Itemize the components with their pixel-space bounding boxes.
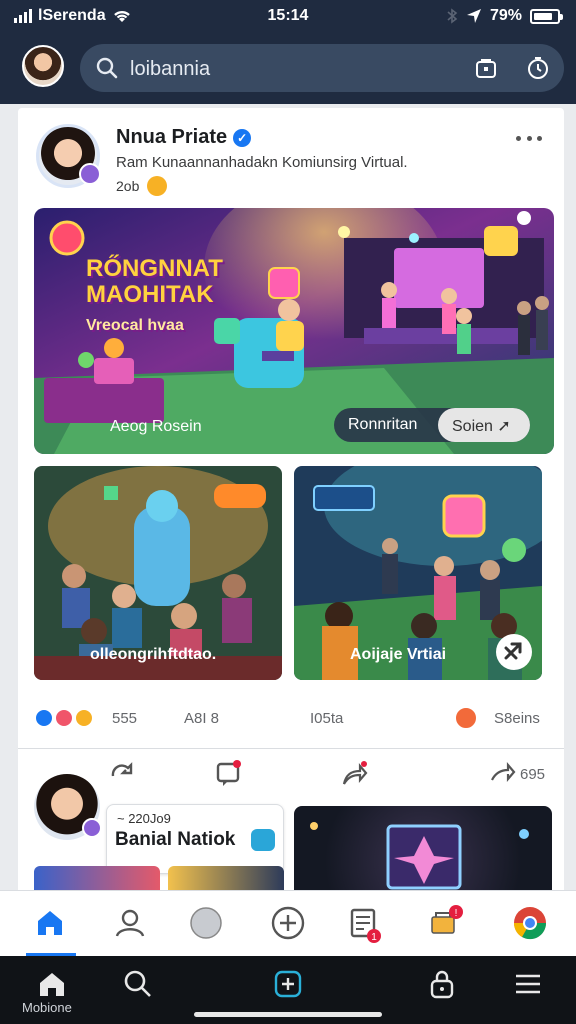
comment-count: I05ta — [310, 710, 344, 727]
love-reaction-icon — [54, 708, 74, 728]
forward-icon[interactable] — [340, 760, 368, 788]
lock-icon[interactable] — [426, 968, 458, 1000]
status-bar: lSerenda 15:14 79% — [0, 0, 576, 34]
send-icon[interactable] — [488, 760, 516, 788]
second-post-date: ~ 220Jo9 — [117, 811, 171, 826]
repost-icon[interactable] — [108, 760, 136, 788]
app-navigation: 1 ! — [0, 890, 576, 956]
reaction-count: 555 — [112, 710, 138, 727]
reactions-row[interactable]: 555 A8I 8 I05ta S8eins — [18, 704, 564, 734]
thumb-caption-2: Aoijaje Vrtiai — [350, 646, 447, 663]
chrome-icon[interactable] — [510, 903, 550, 943]
home-icon[interactable] — [30, 903, 70, 943]
hero-subtitle: Vreocal hvaa — [86, 316, 184, 334]
svg-text:1: 1 — [371, 932, 377, 943]
reaction-count-mid: A8I 8 — [184, 710, 220, 727]
second-post-header[interactable]: ~ 220Jo9 Banial Natiok — [106, 804, 284, 874]
svg-text:!: ! — [455, 908, 458, 919]
news-icon[interactable]: 1 — [344, 903, 384, 943]
share-count-label: S8eins — [494, 710, 540, 727]
like-reaction-icon — [34, 708, 54, 728]
add-icon[interactable] — [272, 968, 304, 1000]
smile-emoji-icon — [147, 176, 168, 196]
share-icon — [504, 642, 522, 660]
share-arrow-icon: ➚ — [497, 418, 511, 435]
second-post-name: Banial Natiok — [115, 829, 236, 850]
post-author-name[interactable]: Nnua Priate — [116, 126, 227, 149]
hero-title-line2: MAOHITAK — [86, 281, 214, 309]
profile-icon[interactable] — [110, 903, 150, 943]
hero-action-pill[interactable]: Ronnritan Soien ➚ — [334, 408, 530, 442]
plus-icon[interactable] — [268, 903, 308, 943]
search-icon — [96, 57, 118, 79]
divider — [18, 748, 564, 749]
verified-icon: ✓ — [233, 128, 252, 147]
home-label: Mobione — [22, 1000, 72, 1015]
hero-title-line1: RŐNGNNAT — [86, 255, 223, 282]
post-description: Ram Kunaannanhadakn Komiunsirg Virtual. — [116, 154, 408, 171]
share-count: 695 — [520, 766, 546, 783]
bag-icon[interactable] — [474, 56, 498, 80]
menu-icon[interactable] — [512, 968, 544, 1000]
search-bar[interactable]: loibannia — [80, 44, 564, 92]
post-author-avatar[interactable] — [36, 124, 101, 188]
cart-icon[interactable]: ! — [424, 903, 464, 943]
thumb-caption-1: olleongrihftdtao. — [90, 646, 217, 663]
pill-left-label[interactable]: Ronnritan — [348, 416, 417, 434]
battery-icon — [530, 8, 563, 24]
post-hero-image[interactable]: RŐNGNNAT MAOHITAK Vreocal hvaa Aeog Rose… — [34, 208, 554, 454]
second-post-media[interactable] — [294, 806, 552, 898]
comment-icon[interactable] — [214, 760, 242, 788]
battery-percent: 79% — [489, 7, 522, 24]
chat-icon — [251, 829, 275, 851]
search-input[interactable]: loibannia — [130, 58, 210, 81]
post-card: Nnua Priate ✓ Ram Kunaannanhadakn Komiun… — [18, 108, 564, 898]
home-icon[interactable] — [36, 968, 68, 1000]
post-actions: 695 — [18, 760, 564, 790]
timer-icon[interactable] — [526, 56, 550, 80]
thumb-image-2[interactable]: Aoijaje Vrtiai — [294, 466, 542, 680]
profile-avatar[interactable] — [22, 45, 64, 87]
avatar-badge-icon — [82, 818, 102, 838]
location-icon — [466, 9, 481, 23]
post-timestamp: 2ob — [116, 178, 140, 194]
share-button[interactable] — [496, 634, 532, 670]
thumb-image-1[interactable]: olleongrihftdtao. — [34, 466, 282, 680]
media-illustration — [310, 822, 529, 890]
second-post-avatar[interactable] — [34, 774, 102, 840]
avatar-badge-icon — [79, 163, 101, 185]
haha-reaction-icon — [74, 708, 94, 728]
top-bar: lSerenda 15:14 79% loibannia — [0, 0, 576, 104]
hero-caption: Aeog Rosein — [110, 418, 202, 435]
heart-icon[interactable] — [186, 903, 226, 943]
pill-right-label: Soien — [452, 418, 493, 435]
more-options-icon[interactable] — [516, 136, 542, 144]
search-icon[interactable] — [122, 968, 154, 1000]
home-indicator[interactable] — [194, 1012, 382, 1017]
bluetooth-icon — [447, 8, 458, 24]
angry-reaction-icon — [454, 706, 478, 730]
